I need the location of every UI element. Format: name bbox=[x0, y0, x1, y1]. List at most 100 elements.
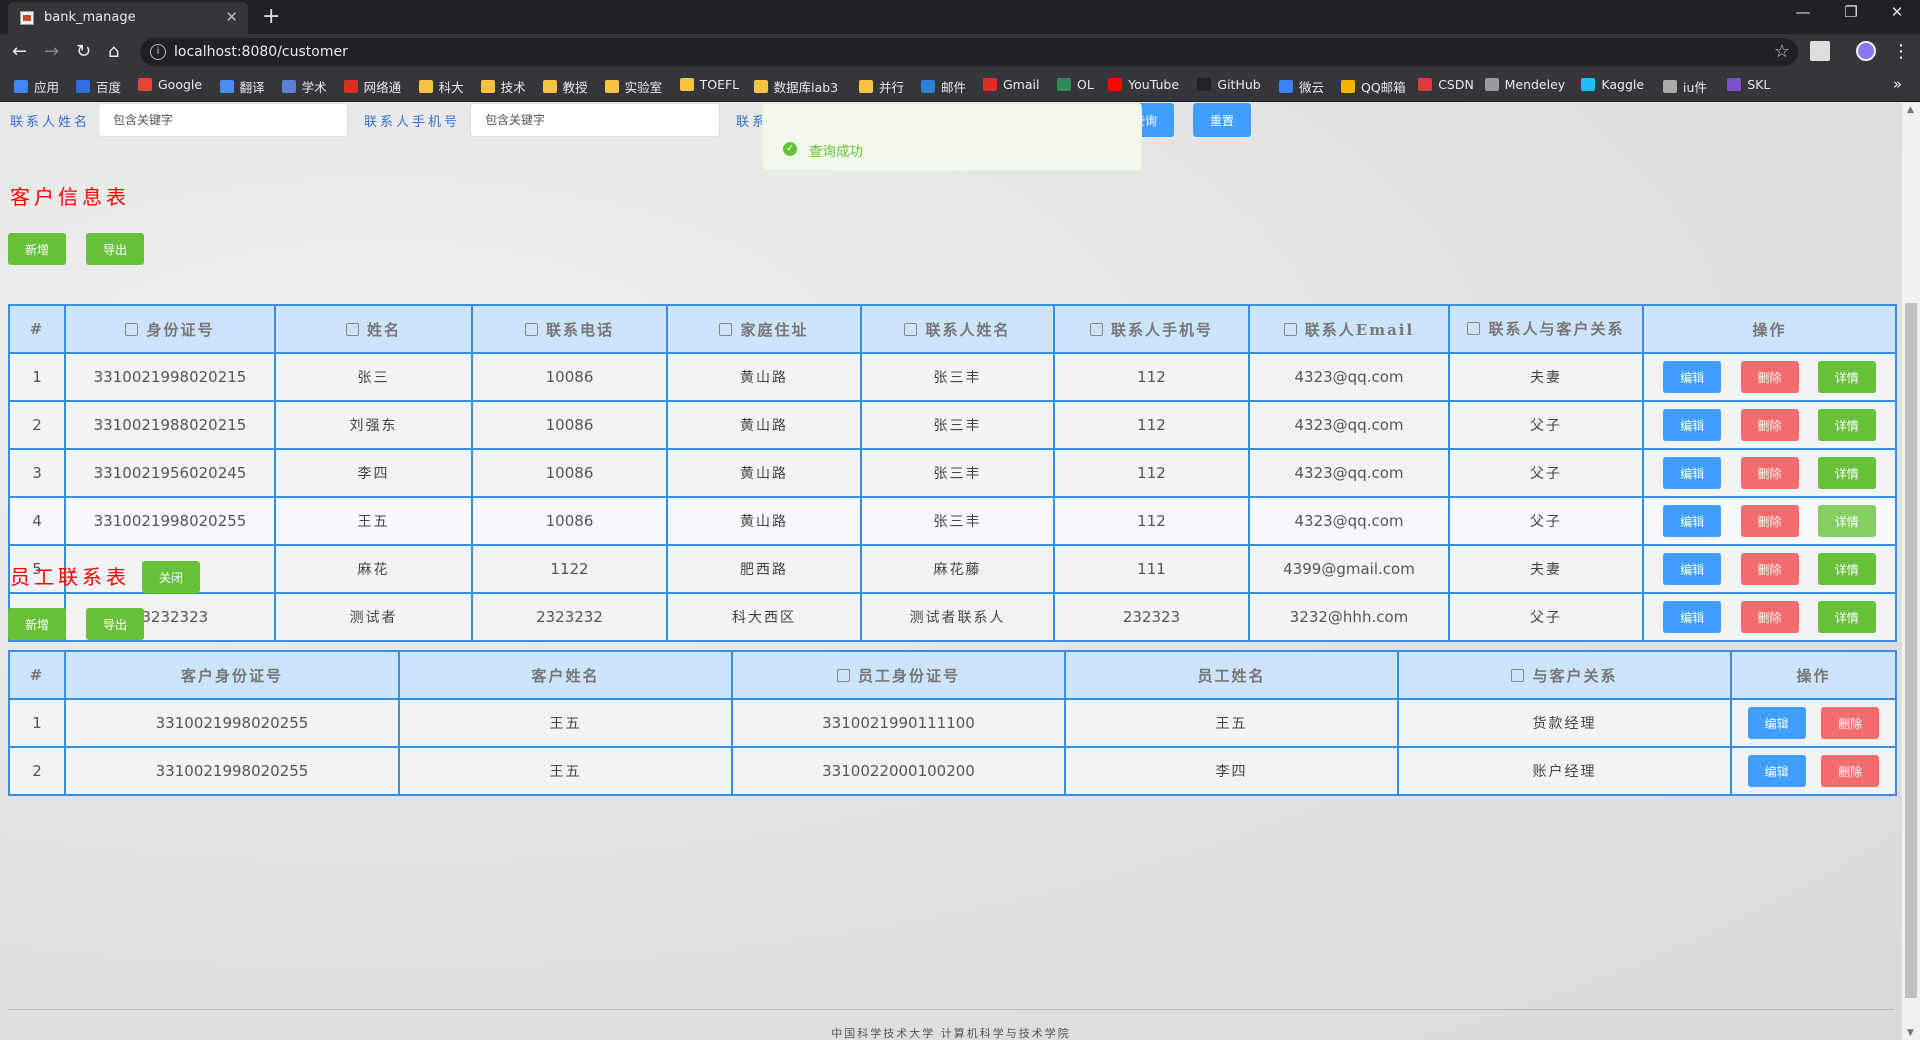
bookmark-item[interactable]: 网络通 bbox=[343, 77, 401, 96]
bookmark-item[interactable]: 翻译 bbox=[219, 77, 265, 96]
edit-button[interactable]: 编辑 bbox=[1663, 361, 1722, 393]
bookmark-item[interactable]: 技术 bbox=[480, 77, 526, 96]
edit-button[interactable]: 编辑 bbox=[1663, 409, 1722, 441]
menu-dots-icon[interactable]: ⋮ bbox=[1892, 41, 1910, 62]
reload-icon[interactable]: ↻ bbox=[76, 41, 91, 62]
edit-button[interactable]: 编辑 bbox=[1663, 457, 1722, 489]
bookmark-item[interactable]: 并行 bbox=[859, 77, 904, 96]
bookmark-item[interactable]: iu件 bbox=[1663, 77, 1707, 96]
column-header[interactable]: 姓名 bbox=[274, 304, 473, 354]
page-scrollbar[interactable]: ▲ ▼ bbox=[1902, 103, 1920, 1040]
edit-button[interactable]: 编辑 bbox=[1747, 707, 1806, 739]
bookmark-icon bbox=[679, 78, 694, 91]
bookmark-item[interactable]: QQ邮箱 bbox=[1341, 77, 1406, 96]
tab-close-icon[interactable]: ✕ bbox=[225, 8, 238, 26]
bookmark-label: 教授 bbox=[562, 80, 588, 95]
close-window-icon[interactable]: ✕ bbox=[1874, 3, 1920, 21]
address-bar[interactable]: i localhost:8080/customer ☆ bbox=[140, 38, 1798, 66]
bookmark-item[interactable]: Google bbox=[138, 77, 202, 92]
edit-button[interactable]: 编辑 bbox=[1747, 755, 1806, 787]
bookmark-item[interactable]: 教授 bbox=[542, 77, 588, 96]
bookmark-item[interactable]: 数据库lab3 bbox=[753, 77, 838, 96]
column-header[interactable]: 联系电话 bbox=[471, 304, 668, 354]
detail-button[interactable]: 详情 bbox=[1817, 409, 1876, 441]
detail-button[interactable]: 详情 bbox=[1817, 601, 1876, 633]
bookmark-item[interactable]: SKL bbox=[1727, 77, 1770, 92]
bookmark-icon bbox=[753, 80, 768, 93]
customer-export-button[interactable]: 导出 bbox=[86, 233, 144, 265]
bookmark-item[interactable]: 实验室 bbox=[604, 77, 662, 96]
detail-button[interactable]: 详情 bbox=[1817, 361, 1876, 393]
edit-button[interactable]: 编辑 bbox=[1663, 553, 1722, 585]
column-header[interactable]: 身份证号 bbox=[64, 304, 276, 354]
employee-add-button[interactable]: 新增 bbox=[8, 608, 66, 640]
delete-button[interactable]: 删除 bbox=[1821, 755, 1880, 787]
bookmark-item[interactable]: Mendeley bbox=[1484, 77, 1565, 92]
scroll-thumb[interactable] bbox=[1905, 303, 1917, 998]
scroll-down-icon[interactable]: ▼ bbox=[1907, 1028, 1914, 1038]
delete-button[interactable]: 删除 bbox=[1740, 601, 1799, 633]
bookmark-item[interactable]: 学术 bbox=[281, 77, 327, 96]
delete-button[interactable]: 删除 bbox=[1740, 409, 1799, 441]
employee-export-button[interactable]: 导出 bbox=[86, 608, 144, 640]
forward-icon[interactable]: → bbox=[44, 41, 59, 62]
column-header[interactable]: 联系人Email bbox=[1248, 304, 1450, 354]
cell-phone: 10086 bbox=[471, 448, 668, 498]
extension-icon[interactable] bbox=[1810, 41, 1830, 61]
back-icon[interactable]: ← bbox=[12, 41, 27, 62]
edit-button[interactable]: 编辑 bbox=[1663, 601, 1722, 633]
restore-icon[interactable]: ❐ bbox=[1828, 3, 1874, 21]
bookmark-item[interactable]: YouTube bbox=[1108, 77, 1179, 92]
delete-button[interactable]: 删除 bbox=[1740, 457, 1799, 489]
column-header[interactable]: 联系人姓名 bbox=[860, 304, 1055, 354]
reset-button[interactable]: 重置 bbox=[1193, 103, 1251, 137]
cell-contact-phone: 112 bbox=[1053, 448, 1250, 498]
column-header[interactable]: 联系人与客户关系 bbox=[1448, 304, 1644, 354]
bookmark-label: Google bbox=[158, 77, 203, 92]
contact-name-input[interactable] bbox=[98, 103, 348, 137]
bookmark-item[interactable]: Kaggle bbox=[1581, 77, 1644, 92]
column-header[interactable]: 家庭住址 bbox=[666, 304, 862, 354]
profile-avatar[interactable] bbox=[1856, 41, 1876, 61]
cell-address: 科大西区 bbox=[666, 592, 862, 642]
detail-button[interactable]: 详情 bbox=[1817, 553, 1876, 585]
column-header[interactable]: 与客户关系 bbox=[1397, 650, 1732, 700]
bookmark-item[interactable]: Gmail bbox=[983, 77, 1039, 92]
bookmark-item[interactable]: TOEFL bbox=[679, 77, 739, 92]
bookmark-item[interactable]: 科大 bbox=[418, 77, 464, 96]
bookmark-item[interactable]: 应用 bbox=[14, 77, 59, 96]
column-header: 员工姓名 bbox=[1064, 650, 1399, 700]
cell-employee-name: 李四 bbox=[1064, 746, 1399, 796]
bookmark-star-icon[interactable]: ☆ bbox=[1774, 41, 1790, 62]
minimize-icon[interactable]: — bbox=[1780, 3, 1826, 21]
cell-name: 王五 bbox=[274, 496, 473, 546]
edit-button[interactable]: 编辑 bbox=[1663, 505, 1722, 537]
bookmark-item[interactable]: 百度 bbox=[76, 77, 121, 96]
bookmark-item[interactable]: 邮件 bbox=[921, 77, 966, 96]
delete-button[interactable]: 删除 bbox=[1740, 361, 1799, 393]
bookmark-icon bbox=[138, 78, 152, 91]
table-row: 4 3310021998020255 王五 10086 黄山路 张三丰 112 4323@qq… bbox=[8, 496, 1897, 546]
cell-contact-name: 张三丰 bbox=[860, 496, 1055, 546]
delete-button[interactable]: 删除 bbox=[1740, 553, 1799, 585]
home-icon[interactable]: ⌂ bbox=[108, 41, 119, 62]
detail-button[interactable]: 详情 bbox=[1817, 457, 1876, 489]
bookmark-item[interactable]: CSDN bbox=[1418, 77, 1474, 92]
bookmark-item[interactable]: OL bbox=[1057, 77, 1094, 92]
column-header[interactable]: 联系人手机号 bbox=[1053, 304, 1250, 354]
column-header[interactable]: 员工身份证号 bbox=[731, 650, 1066, 700]
edit-icon bbox=[719, 322, 733, 336]
delete-button[interactable]: 删除 bbox=[1740, 505, 1799, 537]
customer-add-button[interactable]: 新增 bbox=[8, 233, 66, 265]
new-tab-icon[interactable]: + bbox=[262, 4, 280, 29]
detail-button[interactable]: 详情 bbox=[1817, 505, 1876, 537]
employee-close-button[interactable]: 关闭 bbox=[142, 561, 200, 593]
site-info-icon[interactable]: i bbox=[150, 44, 166, 60]
bookmarks-overflow-icon[interactable]: » bbox=[1893, 75, 1902, 93]
bookmark-item[interactable]: 微云 bbox=[1279, 77, 1324, 96]
contact-phone-input[interactable] bbox=[470, 103, 720, 137]
scroll-up-icon[interactable]: ▲ bbox=[1907, 105, 1914, 115]
bookmark-item[interactable]: GitHub bbox=[1197, 77, 1261, 92]
delete-button[interactable]: 删除 bbox=[1821, 707, 1880, 739]
browser-tab[interactable]: bank_manage ✕ bbox=[8, 2, 248, 34]
